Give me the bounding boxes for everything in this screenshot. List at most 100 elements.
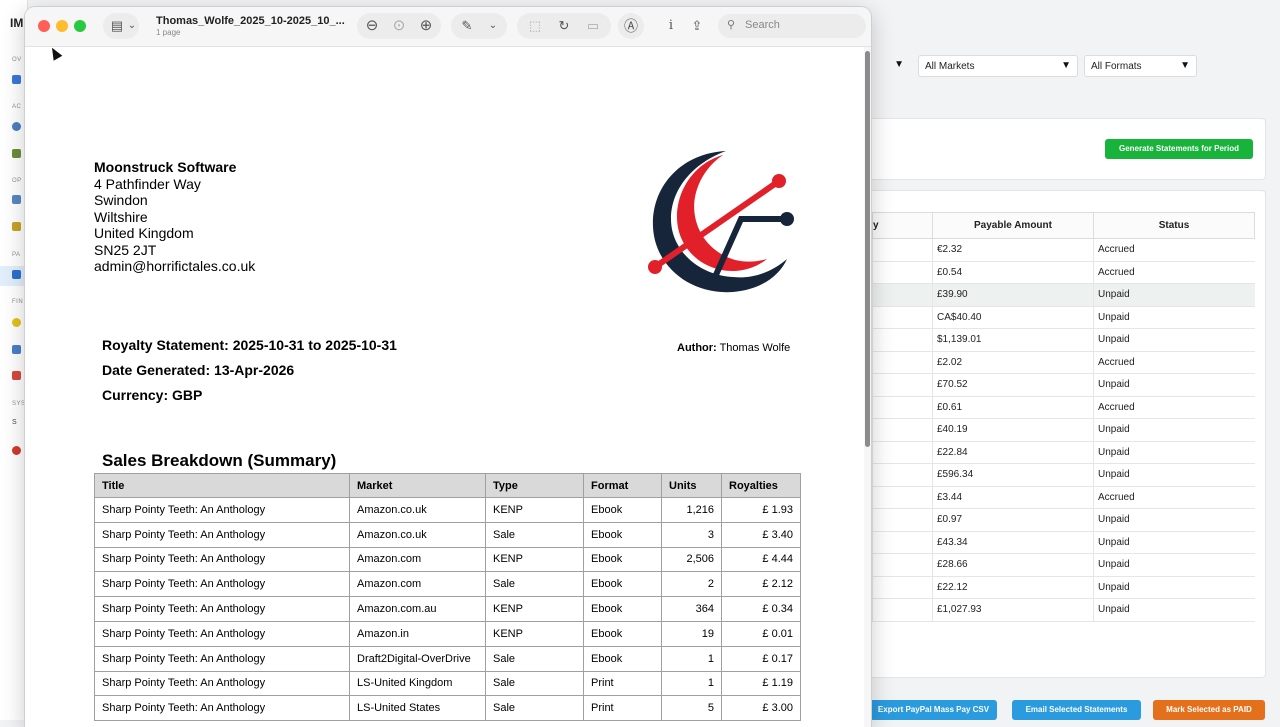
chevron-down-icon[interactable]: ⌄ — [122, 16, 142, 36]
zoom-out-icon[interactable]: ⊖ — [362, 16, 382, 36]
row-checkbox-cell[interactable] — [872, 238, 933, 262]
column-header[interactable]: Payable Amount — [932, 212, 1094, 239]
table-row[interactable]: $1,139.01 Unpaid — [872, 328, 1255, 352]
status-badge: Unpaid — [1093, 306, 1255, 329]
royalties-cell: £ 4.44 — [721, 546, 801, 573]
table-row[interactable]: £70.52 Unpaid — [872, 373, 1255, 397]
table-row[interactable]: £0.61 Accrued — [872, 396, 1255, 419]
row-checkbox-cell[interactable] — [872, 598, 933, 622]
document-title: Thomas_Wolfe_2025_10-2025_10_... — [156, 15, 345, 27]
statement-icon[interactable] — [12, 270, 21, 279]
table-row[interactable]: €2.32 Accrued — [872, 238, 1255, 262]
crop-icon[interactable]: ⬚ — [525, 16, 545, 36]
zoom-in-icon[interactable]: ⊕ — [416, 16, 436, 36]
row-checkbox-cell[interactable] — [872, 328, 933, 352]
table-row[interactable]: £28.66 Unpaid — [872, 553, 1255, 577]
column-header[interactable]: Status — [1093, 212, 1255, 239]
annotate-icon[interactable]: Ⓐ — [621, 16, 641, 36]
chart-icon[interactable] — [12, 345, 21, 354]
royalty-period: Royalty Statement: 2025-10-31 to 2025-10… — [102, 337, 397, 353]
status-badge: Unpaid — [1093, 418, 1255, 442]
close-window-button[interactable] — [38, 20, 50, 32]
row-checkbox-cell[interactable] — [872, 441, 933, 464]
market-cell: Amazon.com.au — [349, 596, 486, 622]
units-cell: 2,506 — [661, 546, 722, 573]
units-cell: 1,216 — [661, 497, 722, 523]
table-row[interactable]: £39.90 Unpaid — [872, 283, 1255, 307]
table-row[interactable]: £2.02 Accrued — [872, 351, 1255, 374]
generate-statements-button[interactable]: Generate Statements for Period — [1105, 139, 1253, 159]
row-checkbox-cell[interactable] — [872, 306, 933, 329]
table-row[interactable]: £0.54 Accrued — [872, 261, 1255, 284]
table-row: Sharp Pointy Teeth: An Anthology Draft2Di… — [94, 645, 801, 672]
export-paypal-button[interactable]: Export PayPal Mass Pay CSV — [870, 700, 997, 720]
row-checkbox-cell[interactable] — [872, 531, 933, 554]
table-row[interactable]: £22.84 Unpaid — [872, 441, 1255, 464]
address-line: SN25 2JT — [94, 241, 157, 258]
coins-icon[interactable] — [12, 318, 21, 327]
payable-amount: £39.90 — [932, 283, 1094, 307]
markets-filter[interactable]: All Markets ▼ — [918, 55, 1078, 77]
payable-amount: £596.34 — [932, 463, 1094, 487]
box-icon[interactable] — [12, 222, 21, 231]
pencil-icon[interactable]: ✎ — [457, 16, 477, 36]
user-icon[interactable] — [12, 122, 21, 131]
table-row: Sharp Pointy Teeth: An Anthology Amazon.c… — [94, 546, 801, 573]
row-checkbox-cell[interactable] — [872, 418, 933, 442]
actual-size-icon[interactable]: ⊙ — [389, 16, 409, 36]
table-row[interactable]: £43.34 Unpaid — [872, 531, 1255, 554]
royalties-cell: £ 3.00 — [721, 695, 801, 722]
zoom-window-button[interactable] — [74, 20, 86, 32]
row-checkbox-cell[interactable] — [872, 373, 933, 397]
scrollbar-thumb[interactable] — [865, 51, 870, 447]
help-icon[interactable] — [12, 446, 21, 455]
sidebar-section-label: FIN — [12, 299, 24, 305]
market-cell: Amazon.in — [349, 620, 486, 647]
info-icon[interactable]: i — [661, 16, 681, 36]
units-cell: 1 — [661, 645, 722, 672]
filter-select-partial[interactable]: ▼ — [870, 55, 910, 77]
row-checkbox-cell[interactable] — [872, 396, 933, 419]
row-checkbox-cell[interactable] — [872, 261, 933, 284]
row-checkbox-cell[interactable] — [872, 351, 933, 374]
background-sidebar: IM OV AC OP PA FIN SYS S — [0, 0, 28, 720]
row-checkbox-cell[interactable] — [872, 463, 933, 487]
column-header: Title — [94, 473, 350, 498]
chevron-down-icon[interactable]: ⌄ — [483, 16, 503, 36]
title-cell: Sharp Pointy Teeth: An Anthology — [94, 521, 350, 548]
company-address: Moonstruck Software 4 Pathfinder Way Swi… — [94, 159, 255, 275]
mark-paid-button[interactable]: Mark Selected as PAID — [1153, 700, 1265, 720]
row-checkbox-cell[interactable] — [872, 283, 933, 307]
row-checkbox-cell[interactable] — [872, 576, 933, 599]
table-row[interactable]: £0.97 Unpaid — [872, 508, 1255, 532]
redact-icon[interactable]: ▭ — [583, 16, 603, 36]
row-checkbox-cell[interactable] — [872, 486, 933, 509]
formats-filter[interactable]: All Formats ▼ — [1084, 55, 1197, 77]
table-row[interactable]: £22.12 Unpaid — [872, 576, 1255, 599]
books-icon[interactable] — [12, 149, 21, 158]
rotate-icon[interactable]: ↻ — [554, 16, 574, 36]
search-input[interactable]: ⚲ Search — [718, 14, 866, 38]
address-line: Swindon — [94, 192, 148, 208]
dashboard-icon[interactable] — [12, 75, 21, 84]
column-header[interactable]: y — [872, 212, 933, 239]
table-row[interactable]: £1,027.93 Unpaid — [872, 598, 1255, 622]
row-checkbox-cell[interactable] — [872, 553, 933, 577]
row-checkbox-cell[interactable] — [872, 508, 933, 532]
column-header: Type — [485, 473, 584, 498]
share-icon[interactable]: ⇪ — [687, 16, 707, 36]
vertical-scrollbar[interactable] — [864, 47, 871, 727]
sidebar-item-settings[interactable]: S — [12, 419, 17, 426]
calendar-icon[interactable] — [12, 371, 21, 380]
import-icon[interactable] — [12, 195, 21, 204]
email-statements-button[interactable]: Email Selected Statements — [1012, 700, 1141, 720]
table-row[interactable]: £596.34 Unpaid — [872, 463, 1255, 487]
table-row[interactable]: CA$40.40 Unpaid — [872, 306, 1255, 329]
sidebar-section-label: OV — [12, 57, 22, 63]
table-row[interactable]: £40.19 Unpaid — [872, 418, 1255, 442]
table-row[interactable]: £3.44 Accrued — [872, 486, 1255, 509]
minimize-window-button[interactable] — [56, 20, 68, 32]
status-badge: Unpaid — [1093, 531, 1255, 554]
type-cell: Sale — [485, 695, 584, 722]
author-label: Author: — [677, 342, 717, 354]
